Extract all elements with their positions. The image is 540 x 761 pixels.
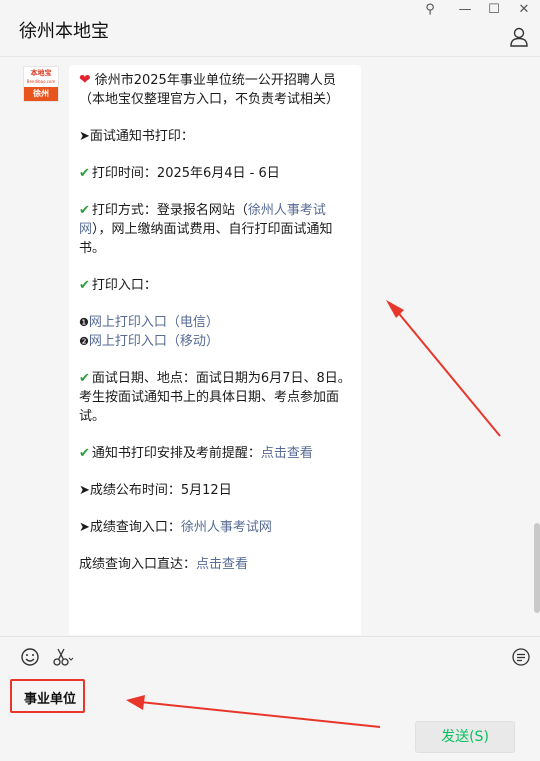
message-title: ❤ 徐州市2025年事业单位统一公开招聘人员 [79, 71, 351, 90]
notice-label: 通知书打印安排及考前提醒： [91, 446, 261, 461]
notice-view-link[interactable]: 点击查看 [261, 446, 313, 461]
avatar-brand-sub: Bendibao.com [26, 79, 56, 84]
entry-telecom: ❶网上打印入口（电信） [79, 313, 351, 332]
score-entry-link[interactable]: 徐州人事考试网 [181, 520, 272, 535]
notice-reminder: ✔ 通知书打印安排及考前提醒：点击查看 [79, 444, 351, 463]
sender-avatar[interactable]: 本地宝 Bendibao.com 徐州 [23, 66, 59, 102]
pin-icon[interactable]: ⚲ [420, 2, 440, 18]
check-icon: ✔ [79, 278, 90, 293]
message-title-text: 徐州市2025年事业单位统一公开招聘人员 [94, 73, 336, 88]
chat-message-area[interactable]: 本地宝 Bendibao.com 徐州 ❤ 徐州市2025年事业单位统一公开招聘人… [0, 58, 540, 635]
print-entry: ✔ 打印入口： [79, 276, 351, 295]
user-profile-icon[interactable] [510, 27, 528, 47]
check-icon: ✔ [79, 446, 90, 461]
close-icon[interactable]: ✕ [514, 2, 534, 18]
print-method-tail: ），网上缴纳面试费用、自行打印面试通知书。 [79, 222, 333, 256]
check-icon: ✔ [79, 166, 90, 181]
print-entry-mobile-link[interactable]: 网上打印入口（移动） [89, 334, 219, 349]
print-method-label: 打印方式：登录报名网站（ [91, 203, 248, 218]
avatar-brand: 本地宝 Bendibao.com [24, 67, 58, 87]
print-entry-label: 打印入口： [91, 278, 157, 293]
input-toolbar [0, 636, 540, 674]
scissors-screenshot-icon[interactable] [52, 647, 74, 667]
maximize-icon[interactable]: ☐ [484, 2, 504, 18]
print-time: ✔ 打印时间：2025年6月4日 - 6日 [79, 164, 351, 183]
number-2-icon: ❷ [79, 335, 89, 348]
heart-icon: ❤ [79, 72, 91, 88]
message-bubble: ❤ 徐州市2025年事业单位统一公开招聘人员 （本地宝仅整理官方入口，不负责考试相… [69, 65, 361, 635]
number-1-icon: ❶ [79, 316, 89, 329]
check-icon: ✔ [79, 371, 90, 386]
message-note: （本地宝仅整理官方入口，不负责考试相关） [79, 92, 340, 107]
score-time: ➤成绩公布时间：5月12日 [79, 483, 232, 498]
score-direct: 成绩查询入口直达：点击查看 [79, 555, 351, 574]
check-icon: ✔ [79, 203, 90, 218]
print-time-label: 打印时间： [91, 166, 157, 181]
print-entry-telecom-link[interactable]: 网上打印入口（电信） [89, 315, 219, 330]
minimize-icon[interactable]: — [455, 2, 475, 18]
entry-mobile: ❷网上打印入口（移动） [79, 332, 351, 351]
chat-scrollbar[interactable] [534, 523, 540, 613]
chat-title: 徐州本地宝 [19, 21, 109, 42]
score-direct-link[interactable]: 点击查看 [196, 557, 248, 572]
section-interview-print: ➤面试通知书打印： [79, 129, 194, 144]
print-method: ✔ 打印方式：登录报名网站（徐州人事考试网），网上缴纳面试费用、自行打印面试通知书… [79, 201, 351, 258]
score-entry-label: ➤成绩查询入口： [79, 520, 181, 535]
score-entry: ➤成绩查询入口：徐州人事考试网 [79, 518, 351, 537]
title-bar: 徐州本地宝 ⚲ — ☐ ✕ [0, 0, 540, 57]
emoji-icon[interactable] [20, 647, 40, 667]
print-time-value: 2025年6月4日 - 6日 [156, 166, 280, 181]
interview-info-text: 面试日期、地点：面试日期为6月7日、8日。考生按面试通知书上的具体日期、考点参加… [79, 371, 351, 424]
avatar-city: 徐州 [24, 87, 58, 101]
interview-info: ✔ 面试日期、地点：面试日期为6月7日、8日。考生按面试通知书上的具体日期、考点参… [79, 369, 351, 426]
score-direct-label: 成绩查询入口直达： [79, 557, 197, 572]
message-input-area[interactable]: 事业单位 发送(S) [0, 674, 540, 761]
avatar-brand-name: 本地宝 [30, 69, 52, 77]
message-input[interactable]: 事业单位 [10, 679, 85, 713]
chat-history-icon[interactable] [511, 647, 531, 667]
send-button[interactable]: 发送(S) [415, 721, 515, 753]
